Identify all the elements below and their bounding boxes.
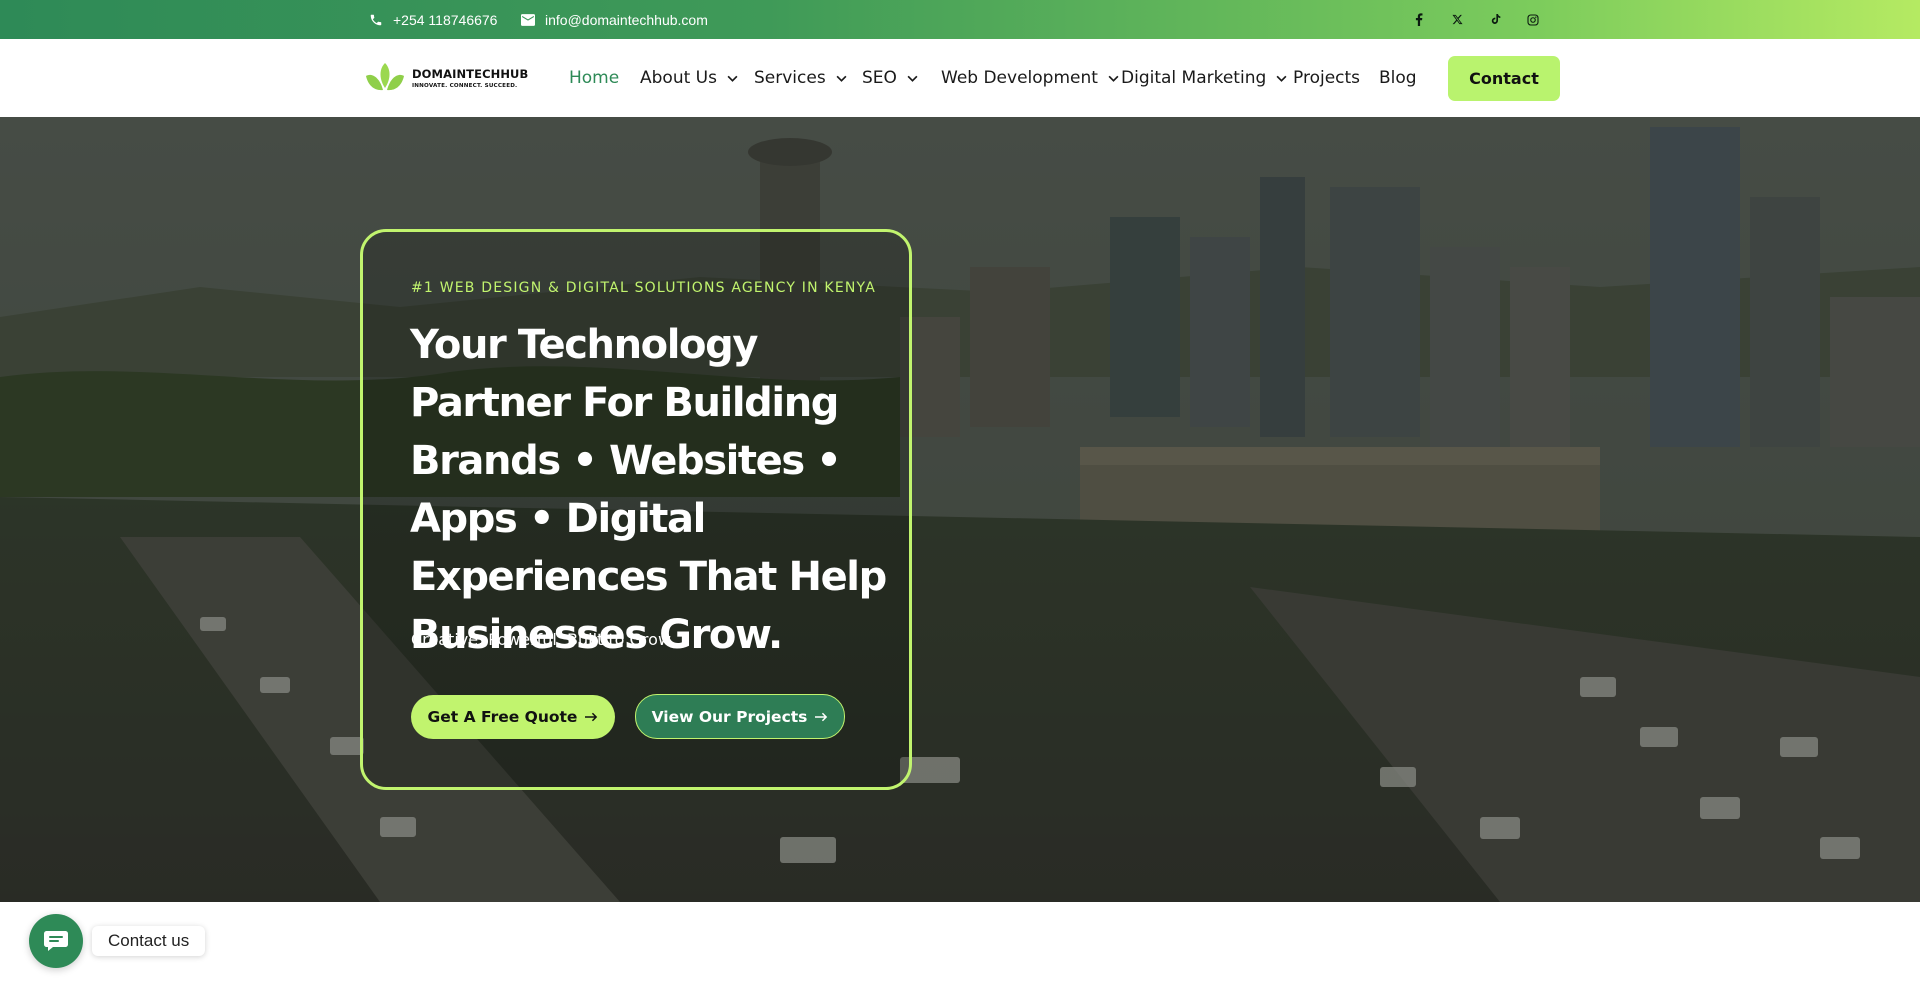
chat-widget-button[interactable] (29, 914, 83, 968)
nav-about-us-label: About Us (640, 68, 717, 88)
email-address: info@domaintechhub.com (545, 11, 708, 28)
phone-icon (370, 14, 382, 25)
facebook-icon (1415, 13, 1423, 26)
phone-number: +254 118746676 (393, 11, 498, 28)
facebook-link[interactable] (1409, 0, 1429, 39)
x-link[interactable] (1447, 0, 1467, 39)
chevron-down-icon (907, 75, 918, 82)
arrow-right-icon (585, 712, 598, 722)
x-icon (1451, 14, 1463, 25)
chevron-down-icon (1108, 75, 1119, 82)
nav-services-label: Services (754, 68, 826, 88)
nav-seo-label: SEO (862, 68, 897, 88)
get-free-quote-button[interactable]: Get A Free Quote (411, 695, 615, 739)
logo-tagline: INNOVATE. CONNECT. SUCCEED. (412, 83, 518, 89)
chat-widget-label[interactable]: Contact us (92, 926, 206, 956)
email-link[interactable]: info@domaintechhub.com (521, 0, 708, 39)
phone-link[interactable]: +254 118746676 (369, 0, 497, 39)
logo-brand-name: DOMAINTECHHUB (412, 67, 529, 81)
instagram-icon (1527, 13, 1539, 26)
arrow-right-icon (815, 712, 828, 721)
nav-blog-label: Blog (1379, 68, 1417, 88)
nav-projects[interactable]: Projects (1293, 39, 1360, 117)
hero-subtext: Creative. Powerful. Built to Grow. (411, 630, 675, 649)
contact-button[interactable]: Contact (1448, 56, 1560, 101)
nav-web-development[interactable]: Web Development (941, 39, 1119, 117)
nav-digital-marketing-label: Digital Marketing (1121, 68, 1267, 88)
chevron-down-icon (727, 75, 738, 82)
main-navbar: DOMAINTECHHUB INNOVATE. CONNECT. SUCCEED… (0, 39, 1920, 117)
nav-home[interactable]: Home (569, 39, 619, 117)
nav-web-development-label: Web Development (941, 68, 1098, 88)
chevron-down-icon (1276, 75, 1287, 82)
nav-home-label: Home (569, 68, 620, 88)
tiktok-link[interactable] (1485, 0, 1505, 39)
envelope-icon (521, 13, 535, 26)
hero-section (0, 117, 1920, 902)
nav-digital-marketing[interactable]: Digital Marketing (1121, 39, 1287, 117)
site-logo[interactable]: DOMAINTECHHUB INNOVATE. CONNECT. SUCCEED… (364, 58, 528, 98)
chevron-down-icon (836, 75, 847, 82)
get-free-quote-label: Get A Free Quote (427, 708, 578, 726)
leaf-logo-icon (366, 63, 404, 91)
chat-bubble-icon (44, 931, 68, 951)
instagram-link[interactable] (1523, 0, 1543, 39)
nav-projects-label: Projects (1293, 68, 1361, 88)
top-bar: +254 118746676 info@domaintechhub.com (0, 0, 1920, 39)
tiktok-icon (1491, 13, 1500, 24)
nav-blog[interactable]: Blog (1379, 39, 1417, 117)
hero-dark-overlay (0, 117, 1920, 902)
view-our-projects-button[interactable]: View Our Projects (635, 694, 845, 739)
nav-about-us[interactable]: About Us (640, 39, 738, 117)
nav-services[interactable]: Services (754, 39, 847, 117)
hero-eyebrow: #1 WEB DESIGN & DIGITAL SOLUTIONS AGENCY… (411, 280, 876, 296)
hero-headline: Your Technology Partner For Building Bra… (410, 322, 887, 658)
view-our-projects-label: View Our Projects (651, 707, 808, 726)
nav-seo[interactable]: SEO (862, 39, 918, 117)
